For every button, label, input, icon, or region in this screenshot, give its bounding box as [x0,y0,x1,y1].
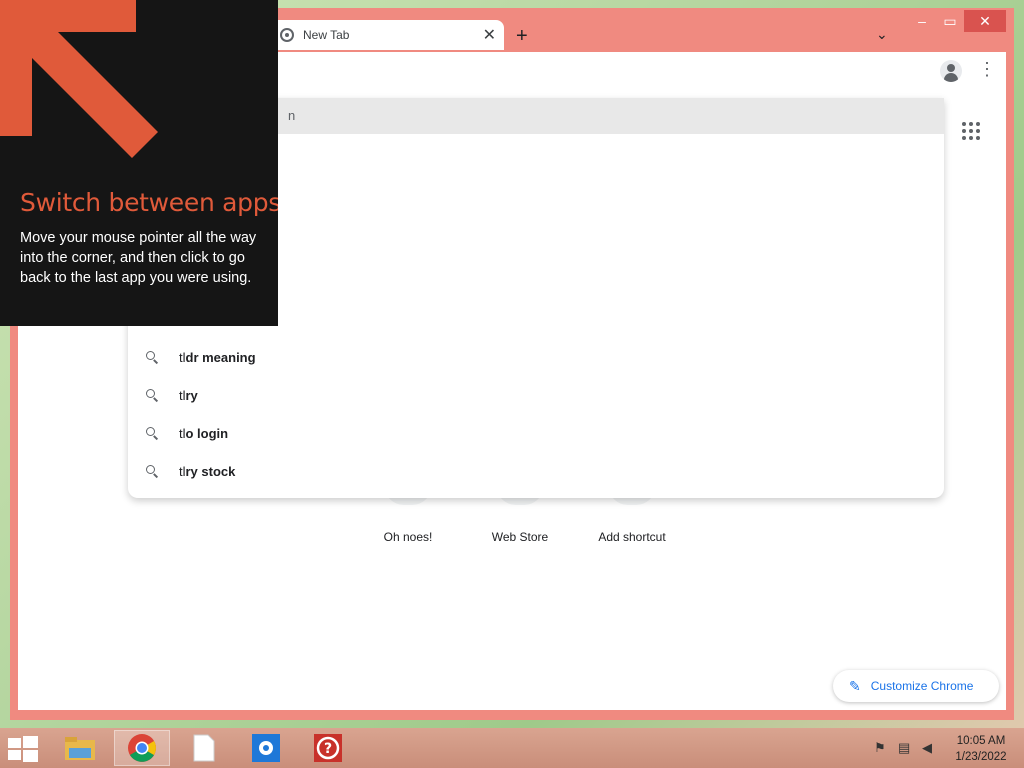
chrome-taskbar-button[interactable] [114,730,170,766]
help-button[interactable]: ? [300,730,356,766]
svg-text:?: ? [324,741,332,757]
tab-close-button[interactable]: ✕ [483,25,496,45]
selected-suggestion-text: n [288,108,296,123]
flag-icon[interactable]: ⚑ [874,740,886,756]
maximize-button[interactable]: ▭ [936,10,964,32]
search-icon [146,427,158,439]
tab-title: New Tab [303,28,350,42]
taskbar: ? ⚑ ▤ ◀ 10:05 AM 1/23/2022 [0,728,1024,768]
notepad-button[interactable] [176,730,232,766]
help-icon: ? [314,734,342,762]
search-icon [146,389,158,401]
corner-arrow-icon [0,0,158,158]
system-clock[interactable]: 10:05 AM 1/23/2022 [950,733,1012,765]
volume-muted-icon[interactable]: ◀ [922,740,932,756]
new-tab-button[interactable]: + [516,25,528,48]
pencil-icon: ✎ [849,677,861,694]
customize-chrome-button[interactable]: ✎ Customize Chrome [833,670,999,702]
google-apps-icon[interactable] [962,122,980,140]
start-button[interactable] [8,736,38,762]
close-icon: ✕ [979,12,991,29]
search-icon [146,465,158,477]
customize-chrome-label: Customize Chrome [870,679,974,693]
minimize-button[interactable]: – [908,10,936,32]
file-explorer-icon [65,737,95,760]
minimize-icon: – [918,13,926,29]
chrome-favicon-icon [280,28,294,42]
tab-new-tab[interactable]: New Tab ✕ [268,20,504,50]
profile-icon[interactable] [940,60,962,82]
settings-button[interactable] [238,730,294,766]
suggestion-item[interactable]: tl dr meaning [128,338,944,376]
switch-apps-tooltip: Switch between apps Move your mouse poin… [0,0,278,326]
clock-time: 10:05 AM [956,735,1006,747]
network-icon[interactable]: ▤ [898,740,910,756]
maximize-icon: ▭ [943,12,957,29]
chrome-menu-button[interactable]: ⋮ [978,59,996,79]
tab-search-button[interactable]: ⌄ [876,26,888,43]
close-window-button[interactable]: ✕ [964,10,1006,32]
tooltip-title: Switch between apps [20,188,278,217]
shortcut-oh-noes-label[interactable]: Oh noes! [353,530,463,544]
file-explorer-button[interactable] [52,730,108,766]
suggestion-item[interactable]: tl ry stock [128,452,944,490]
suggestion-item[interactable]: tl ry [128,376,944,414]
tooltip-body: Move your mouse pointer all the way into… [20,230,257,286]
suggestion-item[interactable]: tl o login [128,414,944,452]
shortcut-web-store-label[interactable]: Web Store [465,530,575,544]
notepad-icon [193,734,215,762]
clock-date: 1/23/2022 [955,751,1007,763]
search-icon [146,351,158,363]
chrome-icon [128,734,156,762]
settings-icon [252,734,280,762]
add-shortcut-label[interactable]: Add shortcut [577,530,687,544]
